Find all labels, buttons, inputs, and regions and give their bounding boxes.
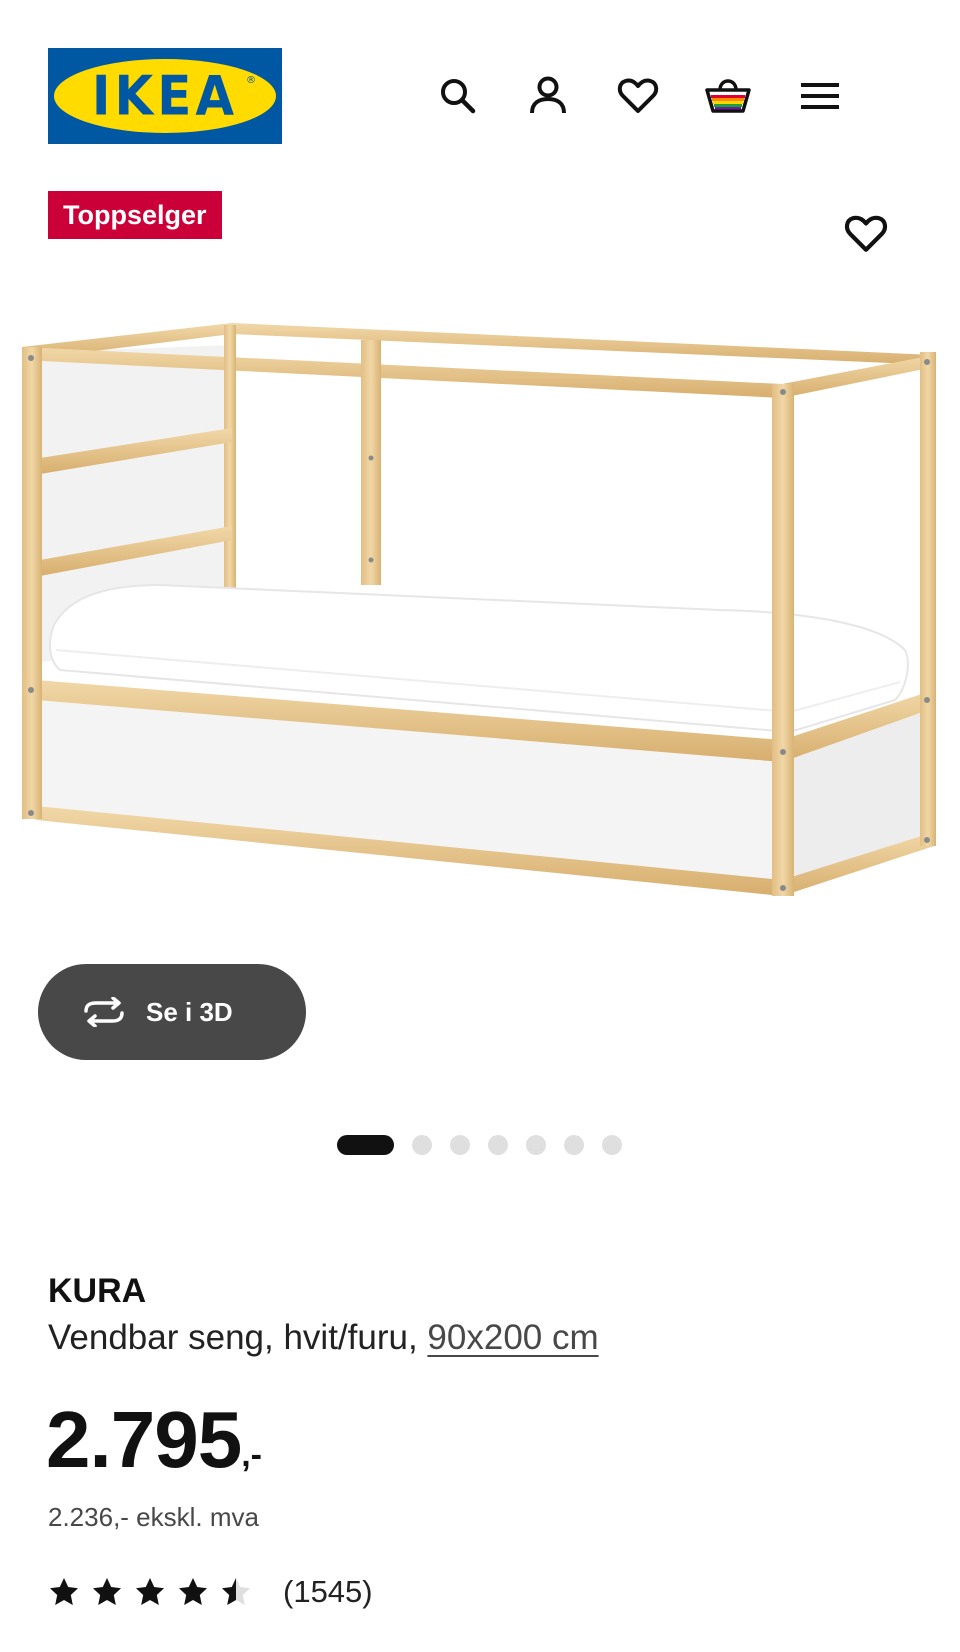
- carousel-dot-7[interactable]: [602, 1135, 622, 1155]
- product-rating[interactable]: (1545): [48, 1572, 373, 1612]
- header: IKEA ®: [0, 0, 960, 150]
- heart-icon: [617, 78, 659, 113]
- star-icon: [134, 1576, 166, 1608]
- star-icon: [177, 1576, 209, 1608]
- product-price: 2.795 ,-: [46, 1400, 262, 1480]
- price-excluding-vat: 2.236,- ekskl. mva: [48, 1502, 259, 1532]
- logo-oval: IKEA: [54, 59, 276, 133]
- rotate-3d-icon: [84, 997, 124, 1027]
- price-main: 2.795: [46, 1395, 242, 1484]
- user-icon: [530, 76, 566, 114]
- top-seller-badge: Toppselger: [48, 191, 222, 239]
- search-icon: [441, 79, 476, 114]
- price-suffix: ,-: [241, 1436, 262, 1474]
- carousel-dot-3[interactable]: [450, 1135, 470, 1155]
- view-in-3d-button[interactable]: Se i 3D: [38, 964, 306, 1060]
- product-description: Vendbar seng, hvit/furu, 90x200 cm: [48, 1318, 599, 1358]
- account-button[interactable]: [524, 72, 572, 120]
- product-favourite-button[interactable]: [840, 208, 892, 260]
- product-description-text: Vendbar seng, hvit/furu,: [48, 1318, 418, 1357]
- favourites-button[interactable]: [614, 72, 662, 120]
- rating-count: (1545): [283, 1574, 373, 1609]
- ikea-logo[interactable]: IKEA ®: [48, 48, 282, 144]
- carousel-dot-2[interactable]: [412, 1135, 432, 1155]
- star-icon: [48, 1576, 80, 1608]
- logo-registered-mark: ®: [246, 75, 256, 86]
- product-image[interactable]: [0, 300, 960, 940]
- star-icon: [91, 1576, 123, 1608]
- carousel-dot-4[interactable]: [488, 1135, 508, 1155]
- cart-button[interactable]: [704, 72, 752, 120]
- menu-button[interactable]: [796, 72, 844, 120]
- heart-icon: [844, 215, 888, 252]
- view-in-3d-label: Se i 3D: [146, 996, 233, 1027]
- product-size-link[interactable]: 90x200 cm: [427, 1318, 598, 1357]
- star-icon: [220, 1576, 252, 1608]
- shopping-basket-icon: [705, 79, 751, 113]
- product-name: KURA: [48, 1272, 147, 1310]
- hamburger-menu-icon: [801, 83, 839, 109]
- image-carousel-indicator: [337, 1135, 640, 1155]
- search-button[interactable]: [434, 72, 482, 120]
- carousel-dot-1[interactable]: [337, 1135, 394, 1155]
- rating-stars: [48, 1576, 263, 1608]
- carousel-dot-5[interactable]: [526, 1135, 546, 1155]
- carousel-dot-6[interactable]: [564, 1135, 584, 1155]
- logo-text: IKEA: [91, 64, 239, 128]
